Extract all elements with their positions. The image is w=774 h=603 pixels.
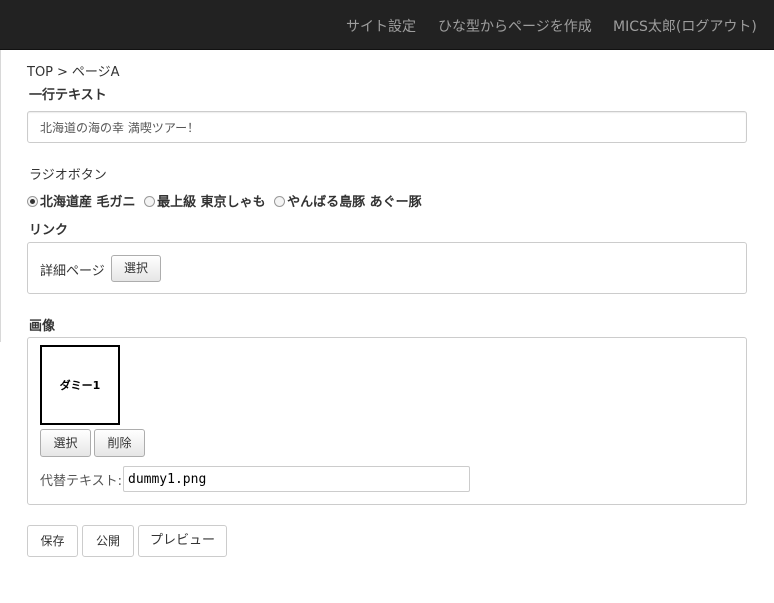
link-target-text: 詳細ページ xyxy=(40,264,105,279)
image-delete-button[interactable]: 削除 xyxy=(94,429,145,457)
publish-button[interactable]: 公開 xyxy=(82,525,134,557)
radio-option-label: 最上級 東京しゃも xyxy=(157,195,266,210)
breadcrumb-separator: > xyxy=(57,65,68,80)
radio-option-agu[interactable]: やんばる島豚 あぐー豚 xyxy=(274,191,422,210)
left-divider xyxy=(0,50,1,342)
top-navbar: サイト設定 ひな型からページを作成 MICS太郎(ログアウト) xyxy=(0,0,774,50)
breadcrumb-current: ページA xyxy=(71,65,120,80)
save-button[interactable]: 保存 xyxy=(27,525,78,557)
image-thumbnail-label: ダミー1 xyxy=(59,379,101,392)
radio-button[interactable] xyxy=(144,196,156,207)
preview-button[interactable]: プレビュー xyxy=(138,525,227,557)
radio-button[interactable] xyxy=(274,196,286,207)
alt-text-label: 代替テキスト: xyxy=(40,474,122,489)
nav-user-logout-link[interactable]: MICS太郎(ログアウト) xyxy=(613,16,757,36)
alt-text-input[interactable] xyxy=(123,466,470,492)
radio-option-label: 北海道産 毛ガニ xyxy=(40,195,136,210)
link-field-label: リンク xyxy=(29,223,69,238)
link-panel: 詳細ページ 選択 xyxy=(27,242,747,294)
text-field-label: 一行テキスト xyxy=(29,88,107,103)
breadcrumb: TOP > ページA xyxy=(27,61,120,80)
radio-button-checked[interactable] xyxy=(27,196,38,207)
one-line-text-input[interactable] xyxy=(27,111,747,143)
image-thumbnail: ダミー1 xyxy=(40,345,120,425)
breadcrumb-top-link[interactable]: TOP xyxy=(27,65,53,80)
image-select-button[interactable]: 選択 xyxy=(40,429,91,457)
radio-option-label: やんばる島豚 あぐー豚 xyxy=(287,195,422,210)
radio-group: 北海道産 毛ガニ 最上級 東京しゃも やんばる島豚 あぐー豚 xyxy=(27,191,426,210)
radio-option-kegani[interactable]: 北海道産 毛ガニ xyxy=(27,191,136,210)
radio-group-label: ラジオボタン xyxy=(29,168,107,183)
image-field-label: 画像 xyxy=(29,319,56,334)
nav-site-settings-link[interactable]: サイト設定 xyxy=(346,16,416,36)
radio-option-shamo[interactable]: 最上級 東京しゃも xyxy=(144,191,266,210)
nav-create-from-template-link[interactable]: ひな型からページを作成 xyxy=(438,16,592,36)
image-panel: ダミー1 選択 削除 代替テキスト: xyxy=(27,337,747,505)
link-select-button[interactable]: 選択 xyxy=(111,255,161,282)
